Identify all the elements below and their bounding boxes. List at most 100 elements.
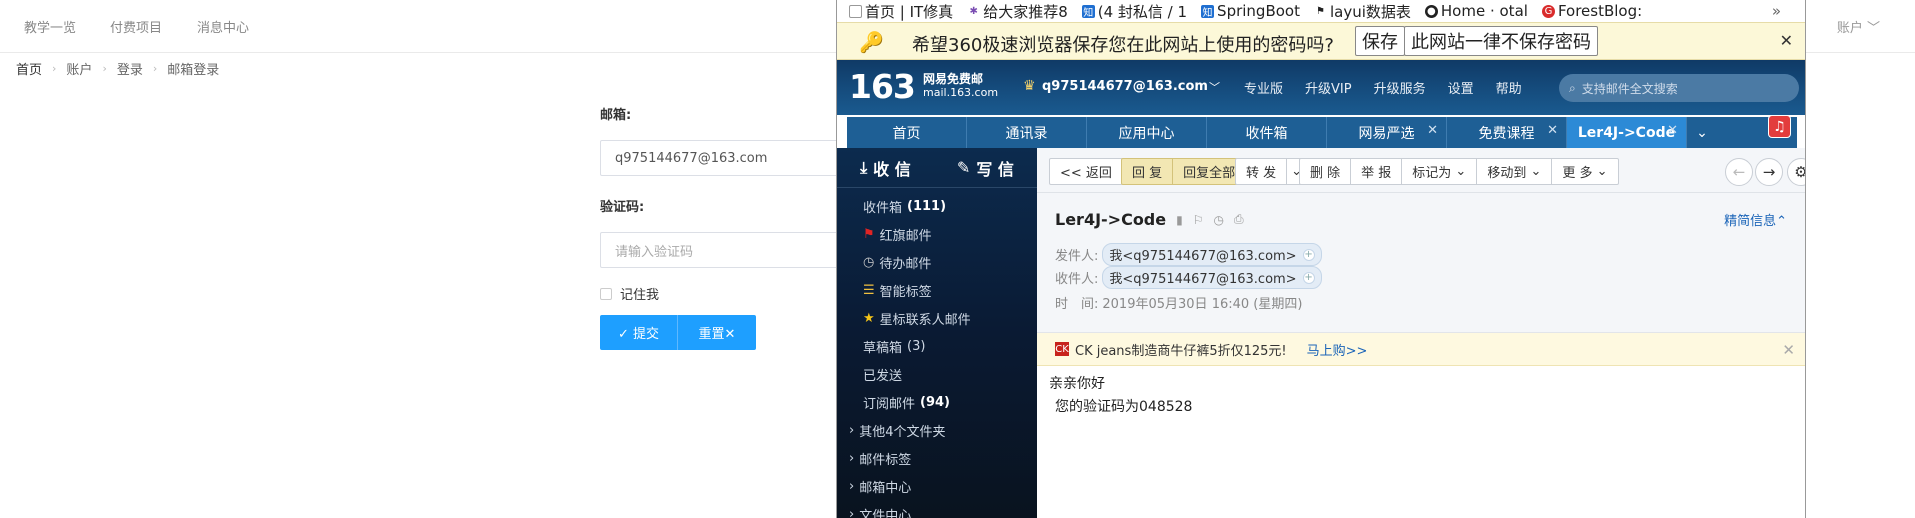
write-button[interactable]: ✎ 写 信 xyxy=(957,156,1014,180)
mail-search-input[interactable]: ⌕ 支持邮件全文搜索 xyxy=(1559,74,1799,102)
bookmark-github[interactable]: ● Home · otal xyxy=(1424,2,1528,20)
mark-as-label: 标记为 xyxy=(1412,166,1452,181)
sidebar-item-label: 草稿箱 xyxy=(863,340,903,356)
bookmark-recommend[interactable]: ✱ 给大家推荐8 xyxy=(967,1,1067,22)
close-icon[interactable]: ✕ xyxy=(1547,123,1558,138)
save-password-button[interactable]: 保存 xyxy=(1355,26,1405,56)
tab-home[interactable]: 首页 xyxy=(847,117,967,148)
add-contact-icon[interactable]: + xyxy=(1302,248,1315,261)
bookmarks-bar: 首页 | IT修真 ✱ 给大家推荐8 知 (4 封私信 / 1 知 SpringBoo… xyxy=(837,0,1805,22)
add-contact-icon[interactable]: + xyxy=(1302,271,1315,284)
header-link-pro[interactable]: 专业版 xyxy=(1244,78,1283,97)
logo-title: 网易免费邮 xyxy=(923,72,984,86)
bookmarks-more-icon[interactable]: » xyxy=(1772,2,1781,20)
tabs-dropdown[interactable]: ⌄ xyxy=(1687,117,1717,148)
tab-apps[interactable]: 应用中心 xyxy=(1087,117,1207,148)
header-link-settings[interactable]: 设置 xyxy=(1448,78,1474,97)
music-icon[interactable]: ♫ xyxy=(1768,115,1791,138)
tab-yanxuan[interactable]: 网易严选 ✕ xyxy=(1327,117,1447,148)
close-icon[interactable]: ✕ xyxy=(1782,341,1795,359)
sidebar-item-flagged[interactable]: ⚑ 红旗邮件 xyxy=(837,220,1037,248)
clock-icon[interactable]: ◷ xyxy=(1213,213,1223,227)
sidebar-item-label: 邮件标签 xyxy=(859,452,912,468)
tab-contacts[interactable]: 通讯录 xyxy=(967,117,1087,148)
arrow-left-icon[interactable]: ← xyxy=(1725,158,1753,186)
mail-logo[interactable]: 163 xyxy=(849,67,916,106)
gear-icon[interactable]: ⚙ xyxy=(1787,158,1805,186)
crown-icon: ♛ xyxy=(1023,78,1036,94)
close-icon[interactable]: ✕ xyxy=(1667,123,1678,138)
arrow-right-icon[interactable]: → xyxy=(1755,158,1783,186)
receive-button[interactable]: ⤓ 收 信 xyxy=(860,156,911,180)
sidebar-item-sent[interactable]: 已发送 xyxy=(837,360,1037,388)
checkbox-icon[interactable] xyxy=(600,287,612,300)
sidebar-item-subscriptions[interactable]: 订阅邮件 (94) xyxy=(837,388,1037,416)
breadcrumb: 首页 › 账户 › 登录 › 邮箱登录 xyxy=(16,59,219,78)
mark-as-button[interactable]: 标记为 ⌄ xyxy=(1402,159,1478,184)
breadcrumb-home[interactable]: 首页 xyxy=(16,59,42,78)
reset-button[interactable]: 重置✕ xyxy=(678,315,756,350)
delete-button[interactable]: 删 除 xyxy=(1300,159,1352,184)
reply-button[interactable]: 回 复 xyxy=(1122,159,1174,184)
subject-text: Ler4J->Code xyxy=(1055,210,1167,229)
header-link-help[interactable]: 帮助 xyxy=(1496,78,1522,97)
sidebar-item-starred[interactable]: ★ 星标联系人邮件 xyxy=(837,304,1037,332)
close-icon[interactable]: ✕ xyxy=(1427,123,1438,138)
back-button[interactable]: << 返回 xyxy=(1050,159,1122,184)
sidebar-item-mail-tags[interactable]: › 邮件标签 xyxy=(837,444,1037,472)
header-link-service[interactable]: 升级服务 xyxy=(1374,78,1426,97)
bookmark-zhihu-messages[interactable]: 知 (4 封私信 / 1 xyxy=(1081,1,1187,22)
nav-item-courses[interactable]: 教学一览 xyxy=(24,17,76,36)
more-button[interactable]: 更 多 ⌄ xyxy=(1552,159,1617,184)
sidebar-item-file-center[interactable]: › 文件中心 xyxy=(837,500,1037,518)
bookmark-springboot[interactable]: 知 SpringBoot xyxy=(1201,2,1300,20)
bookmark-forestblog[interactable]: G ForestBlog: xyxy=(1541,2,1642,20)
report-button[interactable]: 举 报 xyxy=(1351,159,1403,184)
sidebar-item-label: 邮箱中心 xyxy=(859,480,912,496)
nav-item-messages[interactable]: 消息中心 xyxy=(197,17,249,36)
mail-reader: << 返回 回 复 回复全部 ⌄ 转 发 ⌄ 删 除 举 报 标记为 ⌄ 移动到… xyxy=(1037,148,1805,518)
write-label: 写 信 xyxy=(976,159,1014,179)
ad-text[interactable]: CK jeans制造商牛仔裤5折仅125元! xyxy=(1075,340,1287,359)
to-label: 收件人: xyxy=(1055,272,1099,287)
account-menu[interactable]: 账户 ﹀ xyxy=(1837,17,1880,36)
submit-button[interactable]: ✓ 提交 xyxy=(600,315,678,350)
breadcrumb-login[interactable]: 登录 xyxy=(117,59,143,78)
move-to-button[interactable]: 移动到 ⌄ xyxy=(1477,159,1553,184)
tab-current-mail[interactable]: Ler4J->Code ✕ xyxy=(1567,117,1687,148)
bookmark-layui[interactable]: ⚑ layui数据表 xyxy=(1314,1,1411,22)
header-link-vip[interactable]: 升级VIP xyxy=(1305,78,1352,97)
from-address[interactable]: 我<q975144677@163.com> + xyxy=(1102,243,1322,266)
message-subject: Ler4J->Code ▮ ⚐ ◷ ⎙ xyxy=(1055,210,1244,229)
sidebar-item-drafts[interactable]: 草稿箱 (3) xyxy=(837,332,1037,360)
forward-button[interactable]: 转 发 xyxy=(1236,159,1288,184)
brief-info-link[interactable]: 精简信息⌃ xyxy=(1724,210,1787,229)
breadcrumb-account[interactable]: 账户 xyxy=(66,59,92,78)
sidebar-item-smart-tags[interactable]: ☰ 智能标签 xyxy=(837,276,1037,304)
ad-link[interactable]: 马上购>> xyxy=(1307,340,1368,359)
sidebar-item-mail-center[interactable]: › 邮箱中心 xyxy=(837,472,1037,500)
user-account[interactable]: q975144677@163.com xyxy=(1042,79,1208,94)
sidebar-item-other-folders[interactable]: › 其他4个文件夹 xyxy=(837,416,1037,444)
tab-free-course[interactable]: 免费课程 ✕ xyxy=(1447,117,1567,148)
bookmark-icon[interactable]: ▮ xyxy=(1176,213,1183,227)
close-icon[interactable]: ✕ xyxy=(1780,31,1793,50)
nav-item-paid[interactable]: 付费项目 xyxy=(110,17,162,36)
never-save-button[interactable]: 此网站一律不保存密码 xyxy=(1404,26,1598,56)
chevron-right-icon: › xyxy=(152,62,158,75)
ad-banner: CK CK jeans制造商牛仔裤5折仅125元! 马上购>> ✕ xyxy=(1037,333,1805,366)
print-icon[interactable]: ⎙ xyxy=(1234,212,1244,227)
receive-label: 收 信 xyxy=(873,159,911,179)
bookmark-itxiuzhen[interactable]: 首页 | IT修真 xyxy=(849,1,953,22)
chevron-down-icon[interactable]: ﹀ xyxy=(1209,79,1220,95)
to-address[interactable]: 我<q975144677@163.com> + xyxy=(1102,266,1322,289)
bookmark-label: SpringBoot xyxy=(1217,2,1300,20)
tab-inbox[interactable]: 收件箱 xyxy=(1207,117,1327,148)
forest-icon: G xyxy=(1541,4,1555,18)
sidebar-item-todo[interactable]: ◷ 待办邮件 xyxy=(837,248,1037,276)
sidebar-item-inbox[interactable]: 收件箱 (111) xyxy=(837,192,1037,220)
flag-icon[interactable]: ⚐ xyxy=(1193,213,1204,227)
password-save-message: 希望360极速浏览器保存您在此网站上使用的密码吗? xyxy=(912,35,1334,56)
sidebar-item-label: 订阅邮件 xyxy=(863,396,916,412)
bookmark-label: 首页 | IT修真 xyxy=(865,2,954,21)
